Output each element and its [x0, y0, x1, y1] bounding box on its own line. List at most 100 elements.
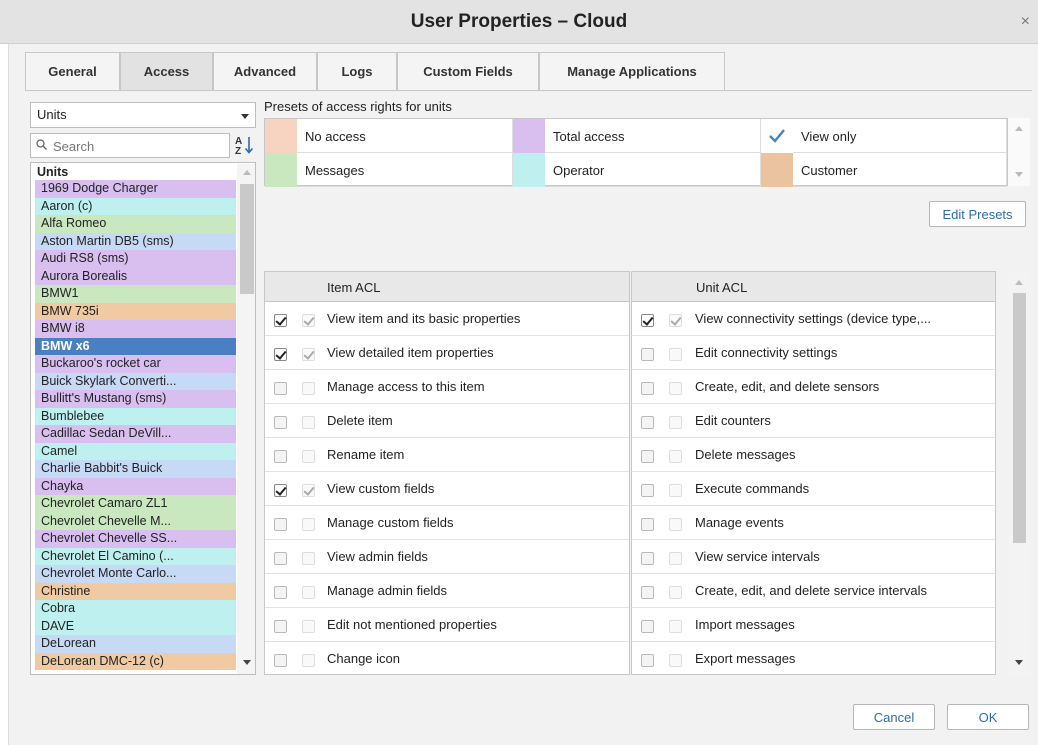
unit-list-item[interactable]: BMW 735i: [35, 302, 236, 320]
acl-inherited-checkbox: [669, 620, 682, 633]
search-input[interactable]: [51, 137, 226, 155]
tab-manage-applications[interactable]: Manage Applications: [539, 52, 725, 90]
cancel-button[interactable]: Cancel: [853, 704, 935, 730]
preset-label: View only: [801, 129, 857, 144]
unit-list-item[interactable]: DeLorean DMC-12 (c): [35, 652, 236, 670]
acl-inherited-checkbox: [302, 416, 315, 429]
unit-list-item[interactable]: Chayka: [35, 477, 236, 495]
unit-list-item[interactable]: Cadillac Sedan DeVill...: [35, 425, 236, 443]
unit-list-item[interactable]: Aaron (c): [35, 197, 236, 215]
edit-presets-button[interactable]: Edit Presets: [929, 201, 1026, 227]
unit-list-item[interactable]: Christine: [35, 582, 236, 600]
unit-list-item[interactable]: Chevrolet El Camino (...: [35, 547, 236, 565]
acl-checkbox[interactable]: [274, 586, 287, 599]
scroll-up-icon[interactable]: [243, 170, 251, 175]
acl-row: View service intervals: [632, 540, 995, 574]
acl-checkbox[interactable]: [274, 484, 287, 497]
acl-checkbox[interactable]: [641, 620, 654, 633]
acl-label: View service intervals: [695, 549, 820, 564]
unit-list-item[interactable]: Charlie Babbit's Buick: [35, 460, 236, 478]
acl-label: Edit counters: [695, 413, 771, 428]
acl-checkbox[interactable]: [274, 382, 287, 395]
tab-access[interactable]: Access: [120, 52, 213, 90]
acl-checkbox[interactable]: [274, 654, 287, 667]
acl-row: Create, edit, and delete sensors: [632, 370, 995, 404]
preset-cell[interactable]: Customer: [761, 153, 1007, 187]
unit-list-item[interactable]: Chevrolet Monte Carlo...: [35, 565, 236, 583]
unit-list-item[interactable]: Buckaroo's rocket car: [35, 355, 236, 373]
tab-custom-fields[interactable]: Custom Fields: [397, 52, 539, 90]
acl-row: Edit counters: [632, 404, 995, 438]
acl-checkbox[interactable]: [641, 586, 654, 599]
preset-cell[interactable]: View only: [761, 119, 1007, 153]
acl-checkbox[interactable]: [641, 450, 654, 463]
acl-checkbox[interactable]: [274, 518, 287, 531]
acl-label: Edit not mentioned properties: [327, 617, 497, 632]
unit-list-item[interactable]: 1969 Dodge Charger: [35, 180, 236, 198]
acl-checkbox[interactable]: [641, 314, 654, 327]
acl-checkbox[interactable]: [641, 416, 654, 429]
ok-button[interactable]: OK: [947, 704, 1029, 730]
unit-list-item[interactable]: DAVE: [35, 617, 236, 635]
presets-scrollbar[interactable]: [1008, 118, 1030, 186]
unit-list-item[interactable]: Camel: [35, 442, 236, 460]
sort-az-icon[interactable]: A Z: [233, 134, 257, 156]
acl-checkbox[interactable]: [641, 518, 654, 531]
unit-list-item[interactable]: Cobra: [35, 600, 236, 618]
unit-list-item[interactable]: Aston Martin DB5 (sms): [35, 232, 236, 250]
unit-list-item[interactable]: Aurora Borealis: [35, 267, 236, 285]
acl-checkbox[interactable]: [274, 416, 287, 429]
acl-checkbox[interactable]: [274, 450, 287, 463]
acl-inherited-checkbox: [302, 552, 315, 565]
acl-checkbox[interactable]: [641, 348, 654, 361]
item-type-select[interactable]: Units: [30, 102, 256, 128]
preset-color-swatch: [265, 153, 297, 187]
unit-list-item[interactable]: Bumblebee: [35, 407, 236, 425]
tab-advanced[interactable]: Advanced: [213, 52, 317, 90]
unit-list-item[interactable]: Buick Skylark Converti...: [35, 372, 236, 390]
unit-list-item[interactable]: DeLorean: [35, 635, 236, 653]
scroll-up-icon[interactable]: [1015, 126, 1023, 131]
acl-checkbox[interactable]: [641, 382, 654, 395]
unit-list-item[interactable]: Bullitt's Mustang (sms): [35, 390, 236, 408]
scroll-down-icon[interactable]: [243, 660, 251, 665]
preset-cell[interactable]: No access: [265, 119, 513, 153]
acl-checkbox[interactable]: [641, 552, 654, 565]
acl-checkbox[interactable]: [274, 348, 287, 361]
scroll-thumb[interactable]: [240, 184, 254, 294]
scroll-thumb[interactable]: [1013, 293, 1026, 543]
preset-cell[interactable]: Total access: [513, 119, 761, 153]
unit-list-item[interactable]: Audi RS8 (sms): [35, 250, 236, 268]
unit-list-item[interactable]: Alfa Romeo: [35, 215, 236, 233]
acl-checkbox[interactable]: [641, 654, 654, 667]
acl-row: Delete item: [265, 404, 629, 438]
acl-checkbox[interactable]: [274, 552, 287, 565]
acl-checkbox[interactable]: [641, 484, 654, 497]
preset-color-swatch: [513, 119, 545, 153]
acl-scrollbar[interactable]: [1008, 271, 1030, 675]
unit-list-item[interactable]: BMW x6: [35, 337, 236, 355]
preset-label: Customer: [801, 163, 858, 178]
close-icon[interactable]: ×: [1021, 14, 1030, 30]
acl-inherited-checkbox: [302, 620, 315, 633]
unit-list-item[interactable]: Chevrolet Chevelle SS...: [35, 530, 236, 548]
unit-list-scrollbar[interactable]: [237, 164, 255, 674]
acl-label: Delete item: [327, 413, 393, 428]
tab-general[interactable]: General: [25, 52, 120, 90]
unit-list-item[interactable]: Chevrolet Camaro ZL1: [35, 495, 236, 513]
tab-logs[interactable]: Logs: [317, 52, 397, 90]
check-icon: [769, 129, 785, 143]
unit-list-item[interactable]: Chevrolet Chevelle M...: [35, 512, 236, 530]
unit-list-item[interactable]: BMW i8: [35, 320, 236, 338]
scroll-down-icon[interactable]: [1015, 172, 1023, 177]
preset-cell[interactable]: Operator: [513, 153, 761, 187]
acl-inherited-checkbox: [669, 552, 682, 565]
scroll-up-icon[interactable]: [1015, 280, 1023, 285]
scroll-down-icon[interactable]: [1015, 660, 1023, 665]
unit-search-box[interactable]: [30, 133, 230, 158]
acl-checkbox[interactable]: [274, 620, 287, 633]
acl-checkbox[interactable]: [274, 314, 287, 327]
unit-list-item[interactable]: BMW1: [35, 285, 236, 303]
preset-cell[interactable]: Messages: [265, 153, 513, 187]
acl-inherited-checkbox: [669, 450, 682, 463]
